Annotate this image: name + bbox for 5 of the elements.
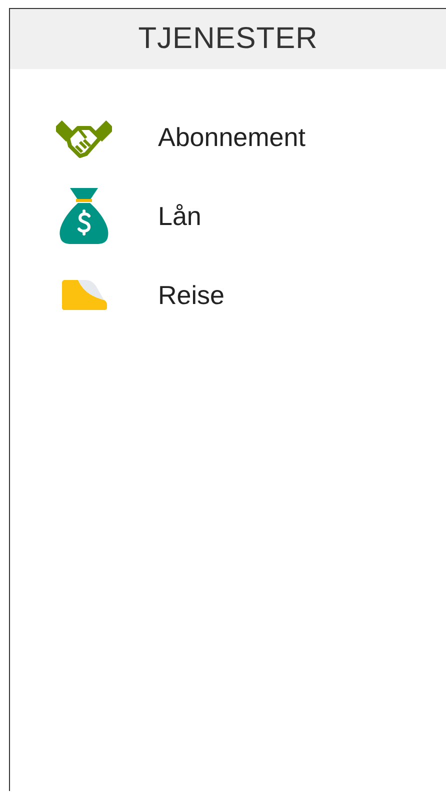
service-label[interactable]: Lån — [158, 200, 202, 232]
service-label[interactable]: Reise — [158, 280, 224, 310]
shoe-sole-icon — [60, 279, 108, 311]
service-label[interactable]: Abonnement — [158, 122, 306, 152]
page-title: TJENESTER — [138, 22, 318, 56]
